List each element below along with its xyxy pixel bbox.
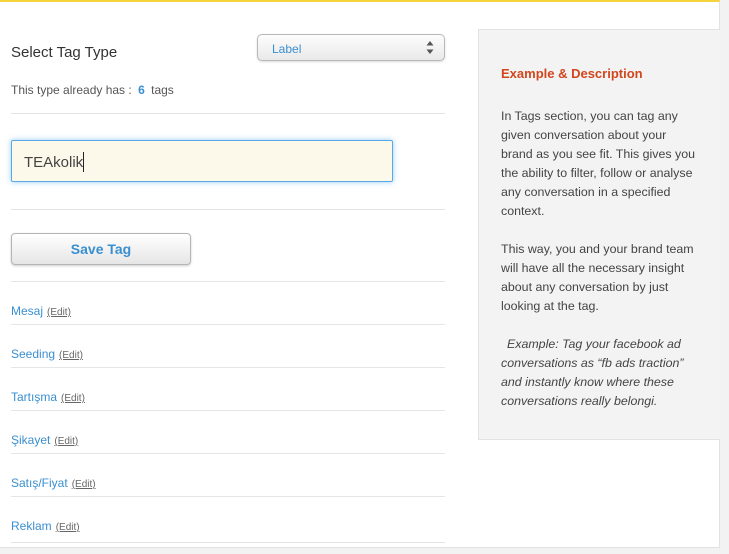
select-arrows-icon [426, 41, 434, 54]
tag-edit-link[interactable]: (Edit) [54, 436, 78, 447]
tag-row-name[interactable]: Şikayet (Edit) [11, 433, 78, 447]
sidebar-paragraph: This way, you and your brand team will h… [501, 242, 694, 313]
sidebar-title: Example & Description [501, 66, 643, 81]
tag-row: Seeding (Edit) [11, 324, 445, 367]
example-description-sidebar: Example & Description In Tags section, y… [478, 29, 720, 440]
tag-count-suffix: tags [151, 83, 174, 97]
text-caret [83, 152, 85, 172]
tag-edit-link[interactable]: (Edit) [47, 307, 71, 318]
tag-type-select-value: Label [272, 42, 302, 56]
sidebar-paragraph: In Tags section, you can tag any given c… [501, 109, 695, 218]
divider [11, 542, 445, 543]
tag-edit-link[interactable]: (Edit) [56, 522, 80, 533]
tag-row-name[interactable]: Seeding (Edit) [11, 347, 83, 361]
tag-row: Tartışma (Edit) [11, 367, 445, 410]
save-tag-button[interactable]: Save Tag [11, 233, 191, 265]
tag-row: Şikayet (Edit) [11, 410, 445, 453]
sidebar-example: Example: Tag your facebook ad conversati… [501, 337, 684, 408]
tag-type-select[interactable]: Label [257, 34, 445, 61]
tag-edit-link[interactable]: (Edit) [61, 393, 85, 404]
divider [11, 209, 445, 210]
tag-row-name[interactable]: Tartışma (Edit) [11, 390, 85, 404]
tag-row-name[interactable]: Reklam (Edit) [11, 519, 80, 533]
tag-count-prefix: This type already has : [11, 83, 132, 97]
tag-edit-link[interactable]: (Edit) [59, 350, 83, 361]
select-tag-type-title: Select Tag Type [11, 44, 118, 61]
tag-edit-link[interactable]: (Edit) [72, 479, 96, 490]
tag-settings-panel: Select Tag Type Label This type already … [0, 0, 720, 548]
tag-name-input-value: TEAkolik [24, 154, 84, 171]
tag-count-value: 6 [138, 83, 145, 97]
tag-row-name[interactable]: Mesaj (Edit) [11, 304, 71, 318]
divider [11, 113, 445, 114]
tag-row: Mesaj (Edit) [11, 281, 445, 324]
tag-name-input[interactable]: TEAkolik [11, 140, 393, 182]
tag-row: Reklam (Edit) [11, 496, 445, 539]
tag-row: Satış/Fiyat (Edit) [11, 453, 445, 496]
tag-count-line: This type already has : 6 tags [11, 83, 174, 97]
tag-row-name[interactable]: Satış/Fiyat (Edit) [11, 476, 96, 490]
